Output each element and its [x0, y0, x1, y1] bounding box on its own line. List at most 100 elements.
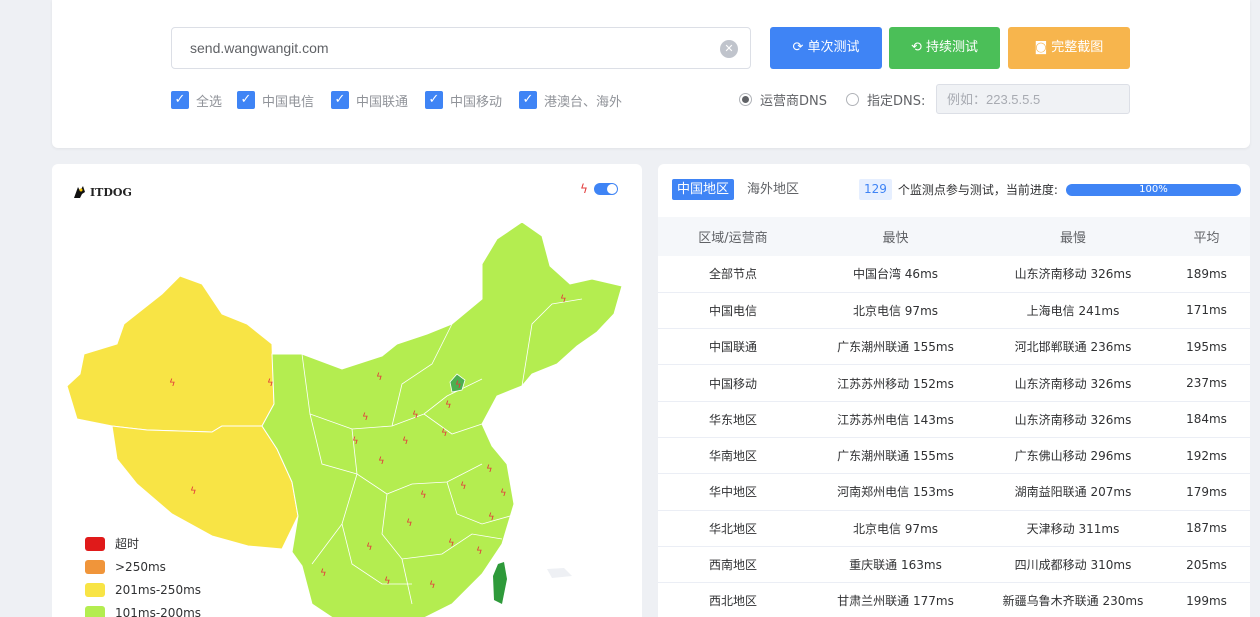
logo-text: ITDOG	[90, 185, 132, 199]
col-header-region[interactable]: 区域/运营商	[658, 217, 808, 256]
cell-region: 中国移动	[658, 364, 808, 402]
cell-fastest: 广东潮州联通 155ms	[808, 328, 983, 366]
bolt-icon: ϟ	[169, 378, 176, 389]
cell-fastest: 广东潮州联通 155ms	[808, 437, 983, 475]
table-row: 华南地区 广东潮州联通 155ms 广东佛山移动 296ms 192ms	[658, 437, 1250, 475]
filter-label: 中国移动	[450, 94, 503, 110]
cell-fastest: 河南郑州电信 153ms	[808, 473, 983, 511]
dog-logo-icon	[74, 186, 85, 198]
map-region-hainan-hint	[547, 568, 572, 578]
custom-dns-input[interactable]	[937, 85, 1129, 113]
table-row: 全部节点 中国台湾 46ms 山东济南移动 326ms 189ms	[658, 256, 1250, 293]
url-input-box[interactable]: ✕	[171, 27, 751, 69]
checkbox-checked-icon[interactable]: ✓	[519, 91, 537, 109]
map-region-central-east[interactable]	[261, 221, 623, 617]
legend-label: 201ms-250ms	[115, 582, 202, 597]
bolt-icon: ϟ	[406, 518, 413, 529]
bolt-icon: ϟ	[362, 412, 369, 423]
cell-average: 171ms	[1163, 292, 1250, 330]
bolt-icon: ϟ	[378, 456, 385, 467]
isp-dns-label: 运营商DNS	[760, 93, 827, 109]
checkbox-checked-icon[interactable]: ✓	[171, 91, 189, 109]
table-row: 中国联通 广东潮州联通 155ms 河北邯郸联通 236ms 195ms	[658, 328, 1250, 366]
close-circle-icon[interactable]: ✕	[720, 40, 738, 58]
col-header-average[interactable]: 平均	[1163, 217, 1250, 256]
col-header-slowest[interactable]: 最慢	[983, 217, 1163, 256]
tab-china[interactable]: 中国地区	[672, 179, 735, 200]
marker-toggle-switch[interactable]	[593, 183, 618, 195]
tab-overseas[interactable]: 海外地区	[742, 179, 804, 200]
url-input[interactable]	[172, 28, 750, 68]
filter-telecom[interactable]: ✓ 中国电信	[237, 89, 314, 111]
map-region-tibet[interactable]	[111, 425, 299, 550]
cell-region: 华南地区	[658, 437, 808, 475]
cell-average: 205ms	[1163, 546, 1250, 584]
checkbox-checked-icon[interactable]: ✓	[425, 91, 443, 109]
refresh-icon: ⟳	[792, 40, 804, 55]
single-test-button[interactable]: ⟳ 单次测试	[770, 27, 882, 69]
cell-region: 华中地区	[658, 473, 808, 511]
legend-item[interactable]: 101ms-200ms	[85, 601, 201, 617]
bolt-icon: ϟ	[320, 568, 327, 579]
cell-fastest: 中国台湾 46ms	[808, 256, 983, 293]
map-legend: 超时 >250ms 201ms-250ms 101ms-200ms	[85, 532, 201, 617]
map-region-xinjiang[interactable]	[66, 275, 275, 433]
table-row: 华北地区 北京电信 97ms 天津移动 311ms 187ms	[658, 510, 1250, 547]
cell-fastest: 重庆联通 163ms	[808, 546, 983, 584]
cell-region: 全部节点	[658, 256, 808, 293]
legend-item[interactable]: 201ms-250ms	[85, 578, 201, 601]
custom-dns-box[interactable]	[936, 84, 1130, 114]
progress-bar: 100%	[1065, 183, 1241, 196]
col-header-fastest[interactable]: 最快	[808, 217, 983, 256]
filter-unicom[interactable]: ✓ 中国联通	[331, 89, 408, 111]
cell-average: 192ms	[1163, 437, 1250, 475]
cell-average: 189ms	[1163, 256, 1250, 293]
filter-select-all[interactable]: ✓ 全选	[171, 89, 222, 111]
cell-region: 华北地区	[658, 510, 808, 547]
filter-overseas[interactable]: ✓ 港澳台、海外	[519, 89, 622, 111]
filter-mobile[interactable]: ✓ 中国移动	[425, 89, 502, 111]
table-row: 中国移动 江苏苏州移动 152ms 山东济南移动 326ms 237ms	[658, 364, 1250, 402]
cell-slowest: 四川成都移动 310ms	[983, 546, 1163, 584]
bolt-icon: ϟ	[560, 294, 567, 305]
cell-slowest: 湖南益阳联通 207ms	[983, 473, 1163, 511]
node-count-badge: 129	[859, 179, 892, 200]
single-test-label: 单次测试	[807, 40, 860, 55]
cell-slowest: 河北邯郸联通 236ms	[983, 328, 1163, 366]
results-table-body: 全部节点 中国台湾 46ms 山东济南移动 326ms 189ms 中国电信 北京电信 9…	[658, 256, 1250, 617]
bolt-icon: ϟ	[460, 481, 467, 492]
cell-slowest: 山东济南移动 326ms	[983, 256, 1163, 293]
legend-item[interactable]: >250ms	[85, 555, 201, 578]
results-card: 中国地区 海外地区 129 个监测点参与测试，当前进度: 100% 区域/运营商…	[658, 164, 1250, 617]
table-header-row: 区域/运营商 最快 最慢 平均	[658, 217, 1250, 256]
radio-selected-icon[interactable]	[739, 92, 752, 106]
cell-slowest: 山东济南移动 326ms	[983, 401, 1163, 438]
cell-region: 西北地区	[658, 582, 808, 617]
map-region-taiwan[interactable]	[493, 562, 507, 604]
full-screenshot-button[interactable]: ◙ 完整截图	[1008, 27, 1130, 69]
filter-label: 中国电信	[262, 94, 315, 110]
bolt-icon: ϟ	[412, 410, 419, 421]
cell-fastest: 北京电信 97ms	[808, 510, 983, 547]
legend-item[interactable]: 超时	[85, 532, 201, 555]
cell-fastest: 甘肃兰州联通 177ms	[808, 582, 983, 617]
bolt-icon: ϟ	[267, 378, 274, 389]
bolt-icon: ϟ	[384, 576, 391, 587]
cell-fastest: 江苏苏州电信 143ms	[808, 401, 983, 438]
bolt-icon: ϟ	[445, 400, 452, 411]
bolt-icon: ϟ	[486, 464, 493, 475]
bolt-icon: ϟ	[488, 512, 495, 523]
checkbox-checked-icon[interactable]: ✓	[331, 91, 349, 109]
table-row: 华中地区 河南郑州电信 153ms 湖南益阳联通 207ms 179ms	[658, 473, 1250, 511]
continuous-test-button[interactable]: ⟲ 持续测试	[889, 27, 1000, 69]
legend-label: 超时	[115, 537, 140, 551]
cell-average: 199ms	[1163, 582, 1250, 617]
radio-unselected-icon[interactable]	[846, 92, 859, 106]
legend-swatch	[85, 536, 105, 551]
progress-text: 个监测点参与测试，当前进度:	[897, 183, 1058, 197]
custom-dns-radio[interactable]: 指定DNS:	[846, 84, 925, 114]
continuous-test-label: 持续测试	[925, 40, 978, 55]
isp-dns-radio[interactable]: 运营商DNS	[739, 84, 827, 114]
progress-percent: 100%	[1139, 183, 1168, 195]
checkbox-checked-icon[interactable]: ✓	[237, 91, 255, 109]
